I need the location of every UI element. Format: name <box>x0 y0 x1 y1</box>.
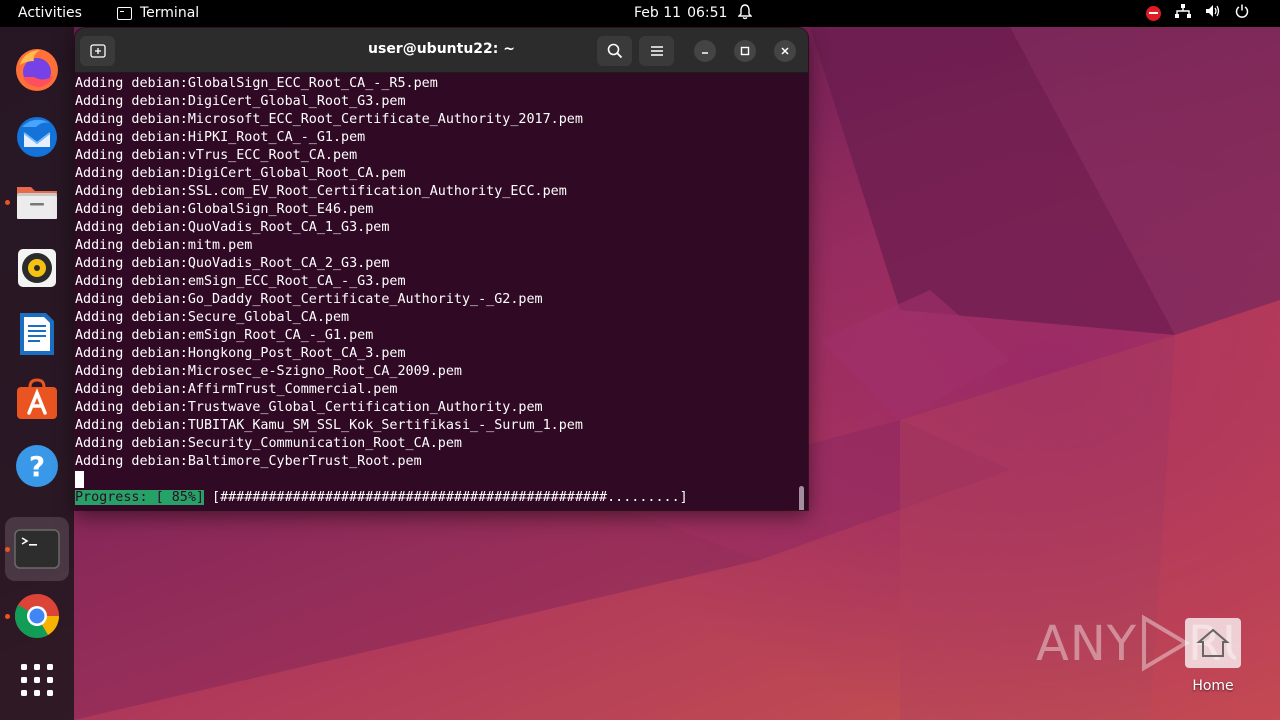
terminal-line: Adding debian:TUBITAK_Kamu_SM_SSL_Kok_Se… <box>75 418 583 433</box>
terminal-line: Adding debian:QuoVadis_Root_CA_1_G3.pem <box>75 220 390 235</box>
libreoffice-writer-icon <box>20 313 54 355</box>
network-icon[interactable] <box>1175 4 1191 22</box>
terminal-line: Adding debian:emSign_ECC_Root_CA_-_G3.pe… <box>75 274 406 289</box>
terminal-icon <box>14 529 60 569</box>
home-folder-icon[interactable] <box>1185 618 1241 668</box>
terminal-small-icon <box>117 6 132 20</box>
clock[interactable]: Feb 11 06:51 <box>634 5 727 21</box>
maximize-icon <box>740 46 750 56</box>
terminal-line: Adding debian:Hongkong_Post_Root_CA_3.pe… <box>75 346 406 361</box>
progress-line: Progress: [ 85%] [######################… <box>75 489 808 507</box>
terminal-line: Adding debian:vTrus_ECC_Root_CA.pem <box>75 148 358 163</box>
minimize-button[interactable] <box>694 40 716 62</box>
progress-bar-text: [#######################################… <box>204 490 688 505</box>
home-folder-label[interactable]: Home <box>1173 678 1253 694</box>
terminal-line: Adding debian:emSign_Root_CA_-_G1.pem <box>75 328 374 343</box>
cursor-line <box>75 471 808 489</box>
terminal-window[interactable]: user@ubuntu22: ~ Adding debian:GlobalSig… <box>75 28 808 510</box>
search-button[interactable] <box>597 36 632 66</box>
terminal-line: Adding debian:QuoVadis_Root_CA_2_G3.pem <box>75 256 390 271</box>
terminal-line: Adding debian:Go_Daddy_Root_Certificate_… <box>75 292 543 307</box>
minimize-icon <box>702 52 708 54</box>
svg-text:ANY: ANY <box>1036 616 1137 672</box>
dock-item-firefox[interactable] <box>12 45 62 95</box>
terminal-output[interactable]: Adding debian:GlobalSign_ECC_Root_CA_-_R… <box>75 75 808 510</box>
thunderbird-icon <box>17 117 57 157</box>
do-not-disturb-icon[interactable] <box>1146 5 1161 21</box>
chrome-icon <box>15 594 59 638</box>
close-button[interactable] <box>774 40 796 62</box>
terminal-line: Adding debian:GlobalSign_Root_E46.pem <box>75 202 374 217</box>
app-menu[interactable]: Terminal <box>117 5 199 21</box>
dock-item-writer[interactable] <box>12 309 62 359</box>
clock-time: 06:51 <box>687 5 728 21</box>
terminal-running-indicator <box>5 547 10 552</box>
dock-item-help[interactable]: ? <box>12 441 62 491</box>
terminal-line: Adding debian:Secure_Global_CA.pem <box>75 310 350 325</box>
terminal-header-bar[interactable]: user@ubuntu22: ~ <box>75 28 808 73</box>
files-icon <box>17 187 57 219</box>
terminal-scrollbar[interactable] <box>799 486 804 510</box>
terminal-line: Adding debian:DigiCert_Global_Root_CA.pe… <box>75 166 406 181</box>
progress-label: Progress: [ 85%] <box>75 490 204 505</box>
dock-item-chrome[interactable] <box>12 591 62 641</box>
firefox-icon <box>16 49 58 91</box>
menu-button[interactable] <box>639 36 674 66</box>
terminal-line: Adding debian:GlobalSign_ECC_Root_CA_-_R… <box>75 76 438 91</box>
dock-item-show-apps[interactable] <box>12 655 62 705</box>
system-tray[interactable] <box>1146 4 1249 22</box>
power-icon[interactable] <box>1235 4 1249 22</box>
terminal-line: Adding debian:HiPKI_Root_CA_-_G1.pem <box>75 130 366 145</box>
close-icon <box>781 47 789 55</box>
top-bar: Activities Terminal Feb 11 06:51 <box>0 0 1280 27</box>
maximize-button[interactable] <box>734 40 756 62</box>
terminal-line: Adding debian:SSL.com_EV_Root_Certificat… <box>75 184 567 199</box>
activities-button[interactable]: Activities <box>18 5 82 21</box>
clock-date: Feb 11 <box>634 5 682 21</box>
dock-item-thunderbird[interactable] <box>12 111 62 161</box>
terminal-line: Adding debian:DigiCert_Global_Root_G3.pe… <box>75 94 406 109</box>
notification-bell-icon[interactable] <box>737 4 753 24</box>
terminal-line: Adding debian:AffirmTrust_Commercial.pem <box>75 382 398 397</box>
dock-item-app-center[interactable] <box>12 375 62 425</box>
dock-item-files[interactable] <box>12 177 62 227</box>
hamburger-menu-icon <box>650 46 663 56</box>
dock-item-rhythmbox[interactable] <box>12 243 62 293</box>
terminal-line: Adding debian:mitm.pem <box>75 238 253 253</box>
app-menu-label: Terminal <box>140 5 200 21</box>
search-icon <box>607 43 622 59</box>
svg-text:?: ? <box>29 450 45 483</box>
files-running-indicator <box>5 200 10 205</box>
rhythmbox-icon <box>18 249 56 287</box>
show-apps-icon <box>21 664 53 696</box>
dock-item-terminal[interactable] <box>5 517 69 581</box>
dock: ? <box>0 27 74 720</box>
terminal-line: Adding debian:Security_Communication_Roo… <box>75 436 462 451</box>
help-icon: ? <box>16 445 58 487</box>
chrome-running-indicator <box>5 614 10 619</box>
volume-icon[interactable] <box>1205 4 1221 22</box>
terminal-line: Adding debian:Baltimore_CyberTrust_Root.… <box>75 454 422 469</box>
text-cursor <box>75 471 84 488</box>
terminal-line: Adding debian:Trustwave_Global_Certifica… <box>75 400 543 415</box>
terminal-lines: Adding debian:GlobalSign_ECC_Root_CA_-_R… <box>75 75 808 471</box>
terminal-line: Adding debian:Microsec_e-Szigno_Root_CA_… <box>75 364 462 379</box>
terminal-line: Adding debian:Microsoft_ECC_Root_Certifi… <box>75 112 583 127</box>
app-center-icon <box>17 378 57 419</box>
